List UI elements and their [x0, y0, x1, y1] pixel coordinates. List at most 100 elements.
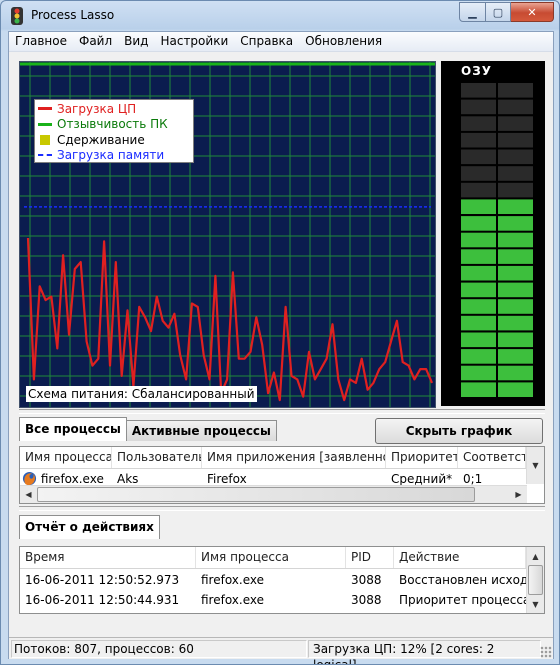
ram-segment-used	[461, 365, 496, 381]
column-app-name[interactable]: Имя приложения [заявленное]	[202, 447, 386, 468]
ram-segment-free	[461, 83, 496, 98]
menu-file[interactable]: Файл	[73, 32, 118, 51]
ram-segment-used	[461, 299, 496, 314]
status-bar: Потоков: 807, процессов: 60 Загрузка ЦП:…	[9, 637, 553, 664]
status-cpu-load: Загрузка ЦП: 12% [2 cores: 2 logical]	[308, 640, 541, 664]
log-process: firefox.exe	[201, 593, 265, 607]
column-pid[interactable]: PID	[346, 547, 394, 568]
minimize-button[interactable]: ▁	[459, 2, 486, 22]
client-area: Главное Файл Вид Настройки Справка Обнов…	[8, 31, 554, 664]
legend-item-memory: Загрузка памяти	[35, 148, 193, 164]
ram-segment-used	[498, 282, 533, 298]
log-pid: 3088	[351, 593, 382, 607]
main-window: Process Lasso ▁ ▢ ✕ Главное Файл Вид Нас…	[0, 0, 560, 665]
menu-view[interactable]: Вид	[118, 32, 154, 51]
process-name: firefox.exe	[40, 472, 104, 486]
legend-swatch-responsiveness	[38, 122, 52, 126]
ram-segment-used	[498, 232, 533, 248]
ram-segment-used	[498, 332, 533, 348]
menu-settings[interactable]: Настройки	[154, 32, 234, 51]
process-list-hscroll[interactable]: ◀ ▶	[20, 485, 527, 503]
ram-segment-free	[461, 132, 496, 148]
close-button[interactable]: ✕	[511, 2, 554, 22]
column-process-name[interactable]: Имя процесса	[20, 447, 112, 468]
ram-segment-free	[461, 99, 496, 115]
vscroll-thumb[interactable]	[528, 565, 543, 595]
ram-segment-free	[498, 166, 533, 181]
hscroll-thumb[interactable]	[37, 487, 475, 502]
ram-segment-used	[498, 249, 533, 264]
ram-segment-free	[461, 149, 496, 165]
legend-label-cpu: Загрузка ЦП	[57, 101, 137, 116]
window-title: Process Lasso	[31, 8, 115, 22]
tab-action-log[interactable]: Отчёт о действиях	[19, 515, 160, 539]
menu-updates[interactable]: Обновления	[299, 32, 388, 51]
column-priority[interactable]: Приоритет	[386, 447, 458, 468]
hide-graph-button[interactable]: Скрыть график	[375, 418, 543, 444]
table-row[interactable]: 16-06-2011 12:50:52.973 firefox.exe 3088…	[20, 570, 526, 590]
ram-segment-used	[498, 315, 533, 331]
minimize-icon: ▁	[468, 5, 477, 19]
ram-segment-free	[461, 166, 496, 181]
ram-segment-used	[461, 199, 496, 214]
tab-active-processes[interactable]: Активные процессы	[125, 420, 277, 441]
cpu-graph: Загрузка ЦП Отзывчивость ПК Сдерживание …	[19, 61, 436, 408]
ram-segment-free	[498, 99, 533, 115]
menu-main[interactable]: Главное	[9, 32, 73, 51]
window-controls: ▁ ▢ ✕	[459, 2, 554, 22]
log-action: Приоритет процесса в	[399, 593, 526, 607]
ram-segment-used	[461, 265, 496, 281]
scroll-down-icon[interactable]: ▼	[527, 457, 544, 474]
column-log-process-name[interactable]: Имя процесса	[196, 547, 346, 568]
ram-meter: ОЗУ	[441, 61, 545, 406]
column-time[interactable]: Время	[20, 547, 196, 568]
column-user[interactable]: Пользователь	[112, 447, 202, 468]
graph-splitter[interactable]	[19, 409, 545, 414]
ram-segment-used	[498, 349, 533, 364]
menu-help[interactable]: Справка	[234, 32, 299, 51]
legend-label-restraint: Сдерживание	[57, 132, 145, 147]
ram-segment-used	[498, 382, 533, 397]
ram-segment-used	[461, 349, 496, 364]
power-scheme-label: Схема питания: Сбалансированный	[26, 386, 257, 402]
legend-swatch-restraint	[40, 134, 50, 145]
graph-legend: Загрузка ЦП Отзывчивость ПК Сдерживание …	[34, 99, 194, 163]
ram-meter-bars	[461, 83, 533, 397]
list-splitter[interactable]	[19, 506, 545, 511]
log-tabs: Отчёт о действиях	[19, 515, 160, 539]
legend-item-cpu: Загрузка ЦП	[35, 101, 193, 117]
ram-segment-free	[498, 116, 533, 131]
ram-segment-free	[498, 83, 533, 98]
column-affinity[interactable]: Соответств	[458, 447, 526, 468]
ram-segment-used	[461, 382, 496, 397]
scroll-up-icon[interactable]: ▲	[527, 548, 544, 565]
close-icon: ✕	[527, 5, 537, 19]
traffic-light-icon	[11, 7, 23, 25]
scroll-right-icon[interactable]: ▶	[510, 486, 527, 503]
ram-segment-used	[461, 249, 496, 264]
legend-label-responsiveness: Отзывчивость ПК	[57, 117, 168, 132]
action-log-vscroll[interactable]: ▲ ▼	[526, 547, 544, 613]
ram-segment-used	[461, 315, 496, 331]
menu-bar: Главное Файл Вид Настройки Справка Обнов…	[9, 32, 553, 52]
ram-segment-used	[498, 365, 533, 381]
scroll-down-icon[interactable]: ▼	[527, 596, 544, 613]
ram-segment-used	[498, 265, 533, 281]
title-bar[interactable]: Process Lasso ▁ ▢ ✕	[1, 1, 559, 31]
column-action[interactable]: Действие	[394, 547, 526, 568]
tab-all-processes[interactable]: Все процессы	[19, 417, 127, 441]
scroll-left-icon[interactable]: ◀	[20, 486, 37, 503]
process-list-header: Имя процесса Пользователь Имя приложения…	[20, 447, 526, 469]
ram-segment-used	[461, 232, 496, 248]
action-log-header: Время Имя процесса PID Действие	[20, 547, 526, 569]
maximize-icon: ▢	[492, 5, 504, 19]
process-list-vscroll[interactable]: ▼	[526, 447, 544, 484]
maximize-button[interactable]: ▢	[486, 2, 511, 22]
ram-segment-used	[498, 199, 533, 214]
ram-segment-free	[461, 116, 496, 131]
log-time: 16-06-2011 12:50:44.931	[25, 593, 180, 607]
ram-segment-free	[498, 182, 533, 198]
resize-grip-icon[interactable]	[540, 646, 552, 658]
ram-segment-free	[461, 182, 496, 198]
table-row[interactable]: 16-06-2011 12:50:44.931 firefox.exe 3088…	[20, 590, 526, 610]
